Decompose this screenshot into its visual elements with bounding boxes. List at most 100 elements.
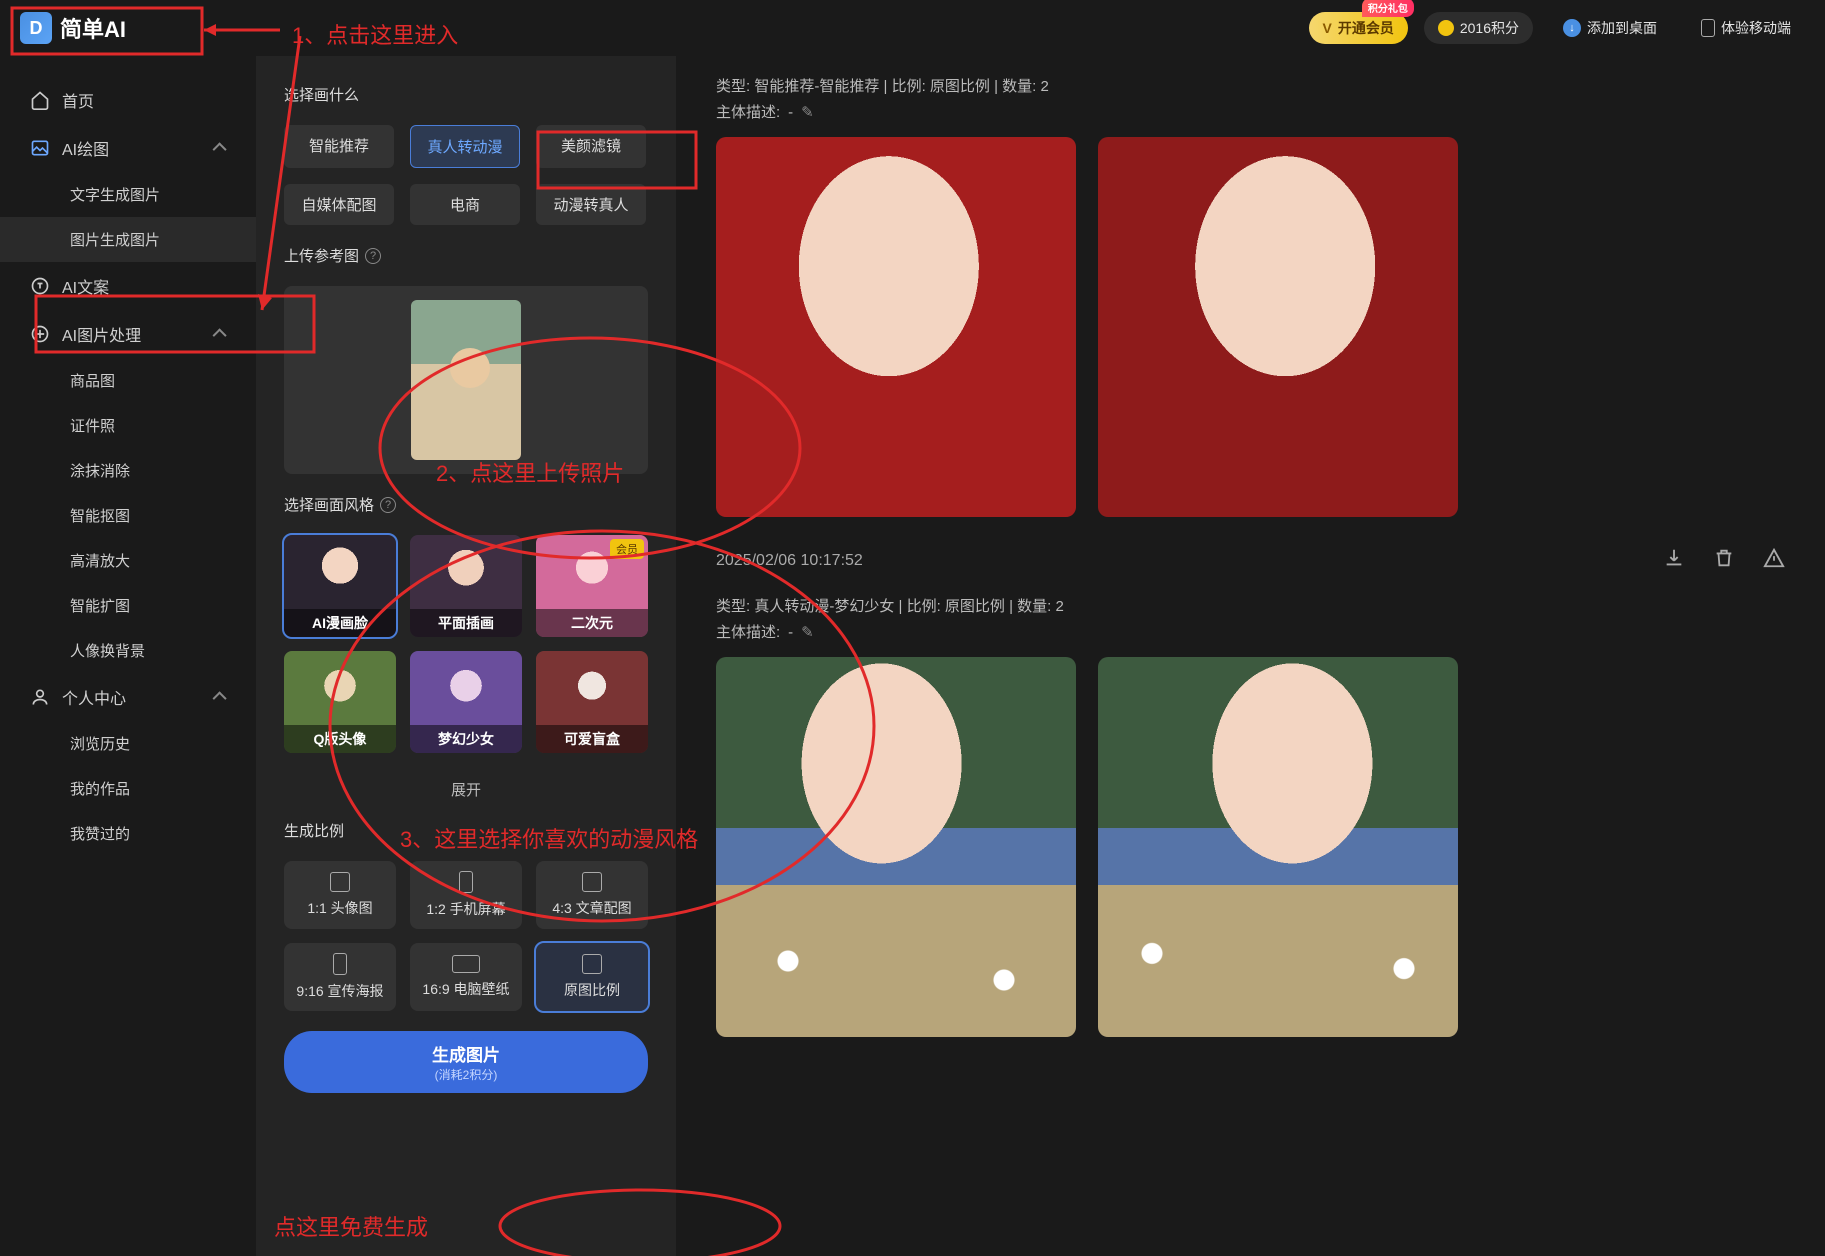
section-what-label: 选择画什么 — [284, 84, 648, 105]
results-panel: 类型: 智能推荐-智能推荐 | 比例: 原图比例 | 数量: 2 主体描述: -… — [676, 56, 1825, 1256]
ratio-label: 4:3 文章配图 — [552, 898, 631, 918]
result-image[interactable] — [716, 137, 1076, 517]
logo-icon: D — [20, 12, 52, 44]
ratio-icon — [333, 953, 347, 975]
ratio-3[interactable]: 9:16 宣传海报 — [284, 943, 396, 1011]
ratio-grid: 1:1 头像图 1:2 手机屏幕 4:3 文章配图 9:16 宣传海报 16:9 电脑壁… — [284, 861, 648, 1011]
timestamp: 2025/02/06 10:17:52 — [716, 552, 863, 570]
sidebar-label-personal: 个人中心 — [62, 685, 126, 709]
points-button[interactable]: 2016积分 — [1424, 12, 1533, 44]
sidebar-item-img2img[interactable]: 图片生成图片 — [0, 217, 256, 262]
result-desc-value: - — [788, 100, 793, 126]
sidebar-tool-2[interactable]: 涂抹消除 — [0, 448, 256, 493]
help-icon[interactable]: ? — [380, 497, 396, 513]
add-desktop-label: 添加到桌面 — [1587, 18, 1657, 38]
style-label: 选择画面风格 ? — [284, 494, 648, 515]
topbar-actions: 积分礼包 V 开通会员 2016积分 ↓ 添加到桌面 体验移动端 — [1309, 12, 1806, 44]
magic-icon — [30, 324, 50, 344]
edit-icon[interactable]: ✎ — [801, 100, 814, 126]
download-icon[interactable] — [1663, 547, 1685, 574]
result-type-line: 类型: 智能推荐-智能推荐 | 比例: 原图比例 | 数量: 2 — [716, 74, 1785, 100]
style-card-4[interactable]: 梦幻少女 — [410, 651, 522, 753]
style-label: 二次元 — [536, 609, 648, 637]
sidebar-item-ai-draw[interactable]: AI绘图 — [0, 124, 256, 172]
tab-1[interactable]: 真人转动漫 — [410, 125, 520, 168]
result-image[interactable] — [1098, 137, 1458, 517]
sidebar-label-ai-copy: AI文案 — [62, 274, 109, 298]
timestamp-row: 2025/02/06 10:17:52 — [716, 547, 1785, 574]
user-icon — [30, 687, 50, 707]
mobile-label: 体验移动端 — [1721, 18, 1791, 38]
sidebar-label-text2img: 文字生成图片 — [70, 184, 160, 205]
sidebar-label-home: 首页 — [62, 88, 94, 112]
sidebar-personal-0[interactable]: 浏览历史 — [0, 721, 256, 766]
sidebar: 首页 AI绘图 文字生成图片 图片生成图片 AI文案 — [0, 56, 256, 1256]
ratio-label: 1:2 手机屏幕 — [426, 899, 505, 919]
sidebar-tool-5[interactable]: 智能扩图 — [0, 583, 256, 628]
style-card-2[interactable]: 二次元 会员 — [536, 535, 648, 637]
sidebar-item-img-tools[interactable]: AI图片处理 — [0, 310, 256, 358]
config-panel: 选择画什么 智能推荐真人转动漫美颜滤镜自媒体配图电商动漫转真人 上传参考图 ? … — [256, 56, 676, 1256]
logo[interactable]: D 简单AI — [20, 12, 126, 44]
tab-2[interactable]: 美颜滤镜 — [536, 125, 646, 168]
result-meta: 类型: 智能推荐-智能推荐 | 比例: 原图比例 | 数量: 2 主体描述: -… — [716, 74, 1785, 125]
style-label: 平面插画 — [410, 609, 522, 637]
sidebar-tool-1[interactable]: 证件照 — [0, 403, 256, 448]
ratio-4[interactable]: 16:9 电脑壁纸 — [410, 943, 522, 1011]
sidebar-item-home[interactable]: 首页 — [0, 76, 256, 124]
style-label: AI漫画脸 — [284, 609, 396, 637]
style-label: 梦幻少女 — [410, 725, 522, 753]
sidebar-personal-2[interactable]: 我赞过的 — [0, 811, 256, 856]
ratio-icon — [452, 955, 480, 973]
tab-5[interactable]: 动漫转真人 — [536, 184, 646, 225]
generate-button[interactable]: 生成图片 (消耗2积分) — [284, 1031, 648, 1093]
vip-tag: 会员 — [610, 539, 644, 559]
generate-label: 生成图片 — [432, 1041, 500, 1066]
sidebar-label-ai-draw: AI绘图 — [62, 136, 109, 160]
sidebar-item-ai-copy[interactable]: AI文案 — [0, 262, 256, 310]
ratio-icon — [582, 954, 602, 974]
sidebar-tool-6[interactable]: 人像换背景 — [0, 628, 256, 673]
points-label: 2016积分 — [1460, 18, 1519, 38]
add-desktop-button[interactable]: ↓ 添加到桌面 — [1549, 12, 1671, 44]
tab-3[interactable]: 自媒体配图 — [284, 184, 394, 225]
trash-icon[interactable] — [1713, 547, 1735, 574]
sidebar-item-personal[interactable]: 个人中心 — [0, 673, 256, 721]
sidebar-tool-4[interactable]: 高清放大 — [0, 538, 256, 583]
tab-4[interactable]: 电商 — [410, 184, 520, 225]
sidebar-tool-3[interactable]: 智能抠图 — [0, 493, 256, 538]
style-card-3[interactable]: Q版头像 — [284, 651, 396, 753]
phone-icon — [1701, 19, 1715, 37]
ratio-icon — [330, 872, 350, 892]
chevron-up-icon — [213, 328, 227, 342]
result-image[interactable] — [716, 657, 1076, 1037]
style-grid: AI漫画脸平面插画二次元 会员 Q版头像梦幻少女可爱盲盒 — [284, 535, 648, 753]
ratio-0[interactable]: 1:1 头像图 — [284, 861, 396, 929]
ratio-2[interactable]: 4:3 文章配图 — [536, 861, 648, 929]
result-block-2: 类型: 真人转动漫-梦幻少女 | 比例: 原图比例 | 数量: 2 主体描述: … — [716, 594, 1785, 1037]
ratio-5[interactable]: 原图比例 — [536, 943, 648, 1011]
ratio-label: 16:9 电脑壁纸 — [422, 979, 509, 999]
chevron-up-icon — [213, 691, 227, 705]
ratio-1[interactable]: 1:2 手机屏幕 — [410, 861, 522, 929]
ratio-label: 生成比例 — [284, 820, 648, 841]
vip-button[interactable]: 积分礼包 V 开通会员 — [1309, 12, 1408, 44]
style-card-0[interactable]: AI漫画脸 — [284, 535, 396, 637]
style-card-5[interactable]: 可爱盲盒 — [536, 651, 648, 753]
upload-box[interactable] — [284, 286, 648, 474]
ratio-label: 原图比例 — [564, 980, 620, 1000]
result-image[interactable] — [1098, 657, 1458, 1037]
result-desc-label: 主体描述: — [716, 620, 780, 646]
expand-styles-button[interactable]: 展开 — [284, 773, 648, 800]
mobile-button[interactable]: 体验移动端 — [1687, 12, 1805, 44]
ratio-label: 9:16 宣传海报 — [296, 981, 383, 1001]
style-card-1[interactable]: 平面插画 — [410, 535, 522, 637]
warning-icon[interactable] — [1763, 547, 1785, 574]
sidebar-item-text2img[interactable]: 文字生成图片 — [0, 172, 256, 217]
tab-0[interactable]: 智能推荐 — [284, 125, 394, 168]
edit-icon[interactable]: ✎ — [801, 620, 814, 646]
sidebar-personal-1[interactable]: 我的作品 — [0, 766, 256, 811]
sidebar-tool-0[interactable]: 商品图 — [0, 358, 256, 403]
help-icon[interactable]: ? — [365, 248, 381, 264]
result-block-1: 类型: 智能推荐-智能推荐 | 比例: 原图比例 | 数量: 2 主体描述: -… — [716, 74, 1785, 517]
